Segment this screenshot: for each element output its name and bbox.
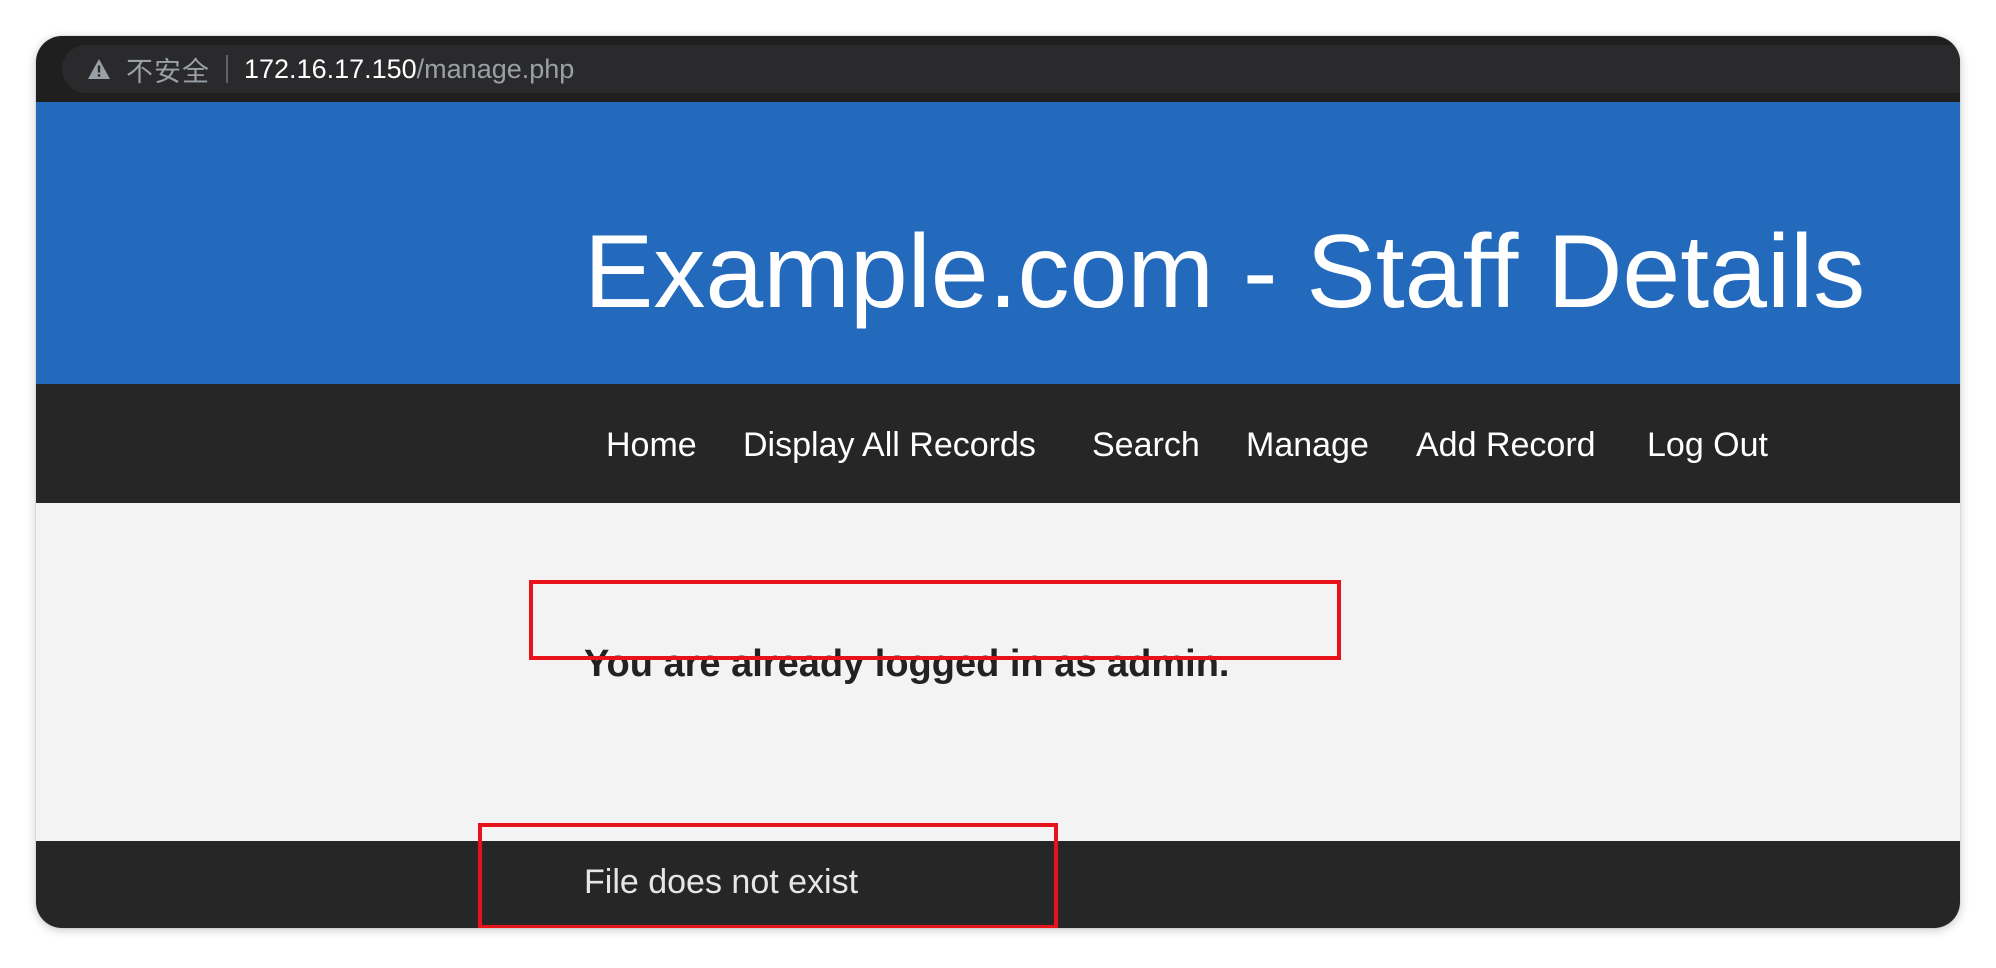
browser-window: 不安全 172.16.17.150/manage.php Example.com… [36,36,1960,928]
site-title: Example.com - Staff Details [584,214,1866,330]
url-path[interactable]: /manage.php [417,54,575,85]
security-status-label[interactable]: 不安全 [126,50,210,89]
warning-triangle-icon[interactable] [86,56,112,82]
address-bar[interactable]: 不安全 172.16.17.150/manage.php [62,45,1960,93]
nav-manage-link[interactable]: Manage [1246,426,1369,465]
nav-home-link[interactable]: Home [606,426,697,465]
annotation-box-login-message [529,580,1341,660]
url-host[interactable]: 172.16.17.150 [244,54,417,85]
nav-add-record-link[interactable]: Add Record [1416,426,1596,465]
url-divider [226,55,228,83]
browser-toolbar: 不安全 172.16.17.150/manage.php [36,36,1960,102]
main-content: You are already logged in as admin. [36,503,1960,841]
nav-display-all-records-link[interactable]: Display All Records [743,426,1036,465]
nav-search-link[interactable]: Search [1092,426,1200,465]
annotation-box-file-message [478,823,1058,928]
main-nav: Home Display All Records Search Manage A… [36,384,1960,503]
nav-log-out-link[interactable]: Log Out [1647,426,1768,465]
site-header: Example.com - Staff Details [36,102,1960,384]
